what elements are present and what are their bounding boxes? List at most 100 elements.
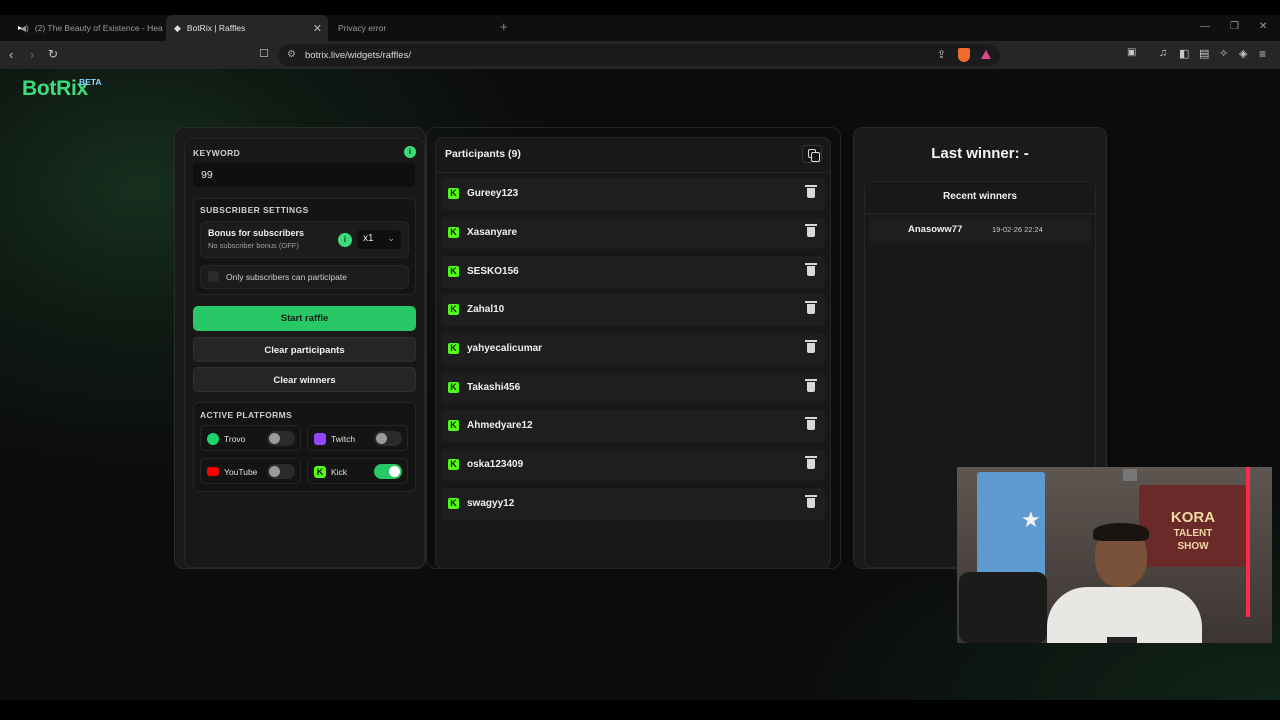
twitch-toggle[interactable] xyxy=(374,431,402,446)
platform-name: Twitch xyxy=(331,434,356,444)
participant-name: Gureey123 xyxy=(467,188,519,199)
wallet-icon[interactable]: ▤ xyxy=(1199,47,1209,60)
kick-icon: K xyxy=(448,498,459,509)
clear-participants-button[interactable]: Clear participants xyxy=(193,337,416,362)
kick-icon: K xyxy=(448,382,459,393)
participants-title: Participants (9) xyxy=(445,148,521,160)
tab-label: (2) The Beauty of Existence - Hea xyxy=(34,23,163,33)
microphone xyxy=(1107,637,1137,643)
participant-name: swagyy12 xyxy=(467,498,515,509)
kick-toggle[interactable] xyxy=(374,464,402,479)
new-tab-icon[interactable]: + xyxy=(500,19,508,34)
trash-icon[interactable] xyxy=(805,495,817,508)
participant-name: Ahmedyare12 xyxy=(467,420,533,431)
participant-row: K Xasanyare xyxy=(441,217,825,249)
youtube-toggle[interactable] xyxy=(267,464,295,479)
copy-icon xyxy=(808,149,820,162)
tab-botrix-raffles[interactable]: ◆ BotRix | Raffles ✕ xyxy=(166,15,328,41)
browser-toolbar: ‹ › ↻ ☐ ⚙ botrix.live/widgets/raffles/ ⇪… xyxy=(0,41,1280,69)
bonus-subtitle: No subscriber bonus (OFF) xyxy=(208,241,299,250)
reload-icon[interactable]: ↻ xyxy=(48,47,58,61)
participant-row: K Ahmedyare12 xyxy=(441,410,825,442)
streamer-body xyxy=(1047,587,1202,643)
brave-shields-icon[interactable] xyxy=(958,48,970,62)
participants-divider xyxy=(436,172,830,173)
trash-icon[interactable] xyxy=(805,456,817,469)
share-icon[interactable]: ⇪ xyxy=(937,48,946,61)
trash-icon[interactable] xyxy=(805,224,817,237)
kick-icon: K xyxy=(448,227,459,238)
participant-row: K Zahal10 xyxy=(441,294,825,326)
info-icon[interactable]: i xyxy=(404,146,416,158)
winner-timestamp: 19-02-26 22:24 xyxy=(992,225,1043,234)
tab-privacy-error[interactable]: Privacy error xyxy=(330,15,490,41)
leo-ai-icon[interactable]: ✧ xyxy=(1219,47,1228,60)
platform-trovo: Trovo xyxy=(200,425,301,451)
trash-icon[interactable] xyxy=(805,185,817,198)
trash-icon[interactable] xyxy=(805,263,817,276)
minimize-icon[interactable]: — xyxy=(1200,21,1210,32)
winner-row: Anasoww77 19-02-26 22:24 xyxy=(869,217,1091,243)
platform-name: YouTube xyxy=(224,467,258,477)
participant-name: yahyecalicumar xyxy=(467,343,543,354)
only-subscribers-checkbox[interactable] xyxy=(208,271,219,282)
brave-rewards-icon[interactable] xyxy=(981,50,991,59)
twitch-icon xyxy=(314,433,326,445)
tab-label: Privacy error xyxy=(338,23,387,33)
chair xyxy=(959,572,1047,643)
poster-text: KORA xyxy=(1170,509,1216,526)
participant-name: Xasanyare xyxy=(467,227,518,238)
tab-youtube[interactable]: ◀) (2) The Beauty of Existence - Hea xyxy=(6,15,164,41)
bookmark-icon[interactable]: ☐ xyxy=(259,47,269,60)
site-settings-icon[interactable]: ⚙ xyxy=(287,49,296,60)
botrix-logo[interactable]: BotRix xyxy=(22,77,88,101)
active-platforms-label: ACTIVE PLATFORMS xyxy=(200,410,293,420)
kick-icon: K xyxy=(448,266,459,277)
streamer xyxy=(1047,523,1202,643)
recent-winners-title: Recent winners xyxy=(943,191,1017,202)
participant-row: K SESKO156 xyxy=(441,256,825,288)
bottom-strip xyxy=(0,700,1280,720)
participant-row: Kyahyecalicumar xyxy=(441,333,825,365)
browser-tabbar: ◀) (2) The Beauty of Existence - Hea ◆ B… xyxy=(0,15,1280,41)
kick-icon: K xyxy=(448,343,459,354)
youtube-icon xyxy=(207,467,219,476)
participant-row: Kswagyy12 xyxy=(441,488,825,520)
url-text[interactable]: botrix.live/widgets/raffles/ xyxy=(305,50,411,61)
keyword-input[interactable] xyxy=(193,163,415,187)
keyword-label: KEYWORD xyxy=(193,148,241,158)
close-tab-icon[interactable]: ✕ xyxy=(313,22,322,35)
forward-icon[interactable]: › xyxy=(30,47,34,62)
participant-row: K Takashi456 xyxy=(441,372,825,404)
bonus-info-icon[interactable]: i xyxy=(338,233,352,247)
copy-participants-button[interactable] xyxy=(802,145,822,163)
address-bar[interactable]: ⚙ botrix.live/widgets/raffles/ ⇪ xyxy=(278,44,1000,66)
participant-row: Koska123409 xyxy=(441,449,825,481)
restore-icon[interactable]: ❐ xyxy=(1230,21,1239,32)
start-raffle-button[interactable]: Start raffle xyxy=(193,306,416,331)
clear-winners-button[interactable]: Clear winners xyxy=(193,367,416,392)
trash-icon[interactable] xyxy=(805,340,817,353)
kick-icon: K xyxy=(314,466,326,478)
trash-icon[interactable] xyxy=(805,379,817,392)
media-icon[interactable]: ♫ xyxy=(1159,47,1167,59)
chevron-down-icon: ⌄ xyxy=(387,233,395,243)
tab-search-icon[interactable]: ▣ xyxy=(1127,47,1136,58)
winner-name: Anasoww77 xyxy=(908,224,963,235)
back-icon[interactable]: ‹ xyxy=(9,47,13,62)
menu-icon[interactable]: ≡ xyxy=(1259,47,1266,61)
trash-icon[interactable] xyxy=(805,301,817,314)
kick-icon: K xyxy=(448,459,459,470)
multiplier-select[interactable]: x1 ⌄ xyxy=(357,230,401,249)
participant-name: Takashi456 xyxy=(467,382,521,393)
kick-icon: K xyxy=(448,304,459,315)
sidebar-icon[interactable]: ◧ xyxy=(1179,47,1189,60)
trovo-toggle[interactable] xyxy=(267,431,295,446)
trash-icon[interactable] xyxy=(805,417,817,430)
platform-name: Trovo xyxy=(224,434,246,444)
tab-label: BotRix | Raffles xyxy=(186,23,246,33)
botrix-favicon-icon: ◆ xyxy=(174,22,181,33)
close-window-icon[interactable]: ✕ xyxy=(1259,21,1267,32)
vpn-icon[interactable]: ◈ xyxy=(1239,47,1247,60)
participant-name: oska123409 xyxy=(467,459,524,470)
